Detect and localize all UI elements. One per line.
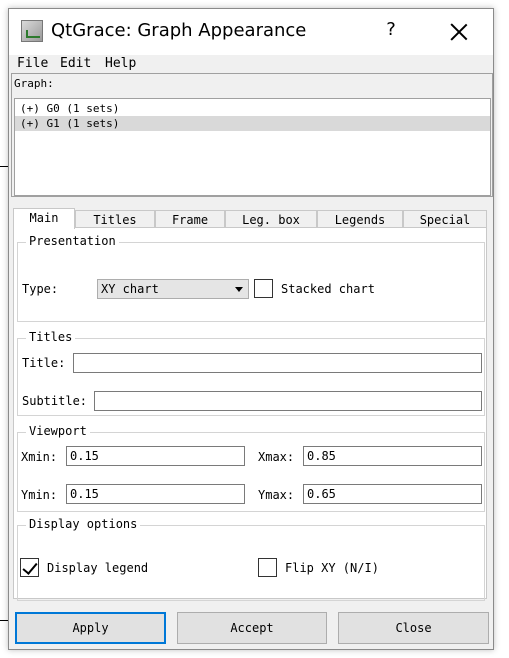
- type-label: Type:: [22, 282, 59, 296]
- tab-titles[interactable]: Titles: [75, 210, 155, 228]
- tab-bar: Main Titles Frame Leg. box Legends Speci…: [13, 208, 487, 229]
- ymax-input[interactable]: 0.65: [303, 484, 482, 504]
- display-options-group-title: Display options: [26, 517, 141, 531]
- subtitle-label: Subtitle:: [22, 394, 88, 408]
- tab-frame[interactable]: Frame: [155, 210, 225, 228]
- window-title: QtGrace: Graph Appearance: [51, 20, 307, 41]
- subtitle-input[interactable]: [94, 391, 482, 411]
- ymin-input[interactable]: 0.15: [66, 484, 245, 504]
- titles-group: Titles Title: Subtitle:: [17, 330, 485, 416]
- checkmark-icon: [22, 559, 38, 575]
- xmax-input[interactable]: 0.85: [303, 446, 482, 466]
- tab-main[interactable]: Main: [13, 208, 75, 229]
- xmax-label: Xmax:: [258, 450, 295, 464]
- viewport-group: Viewport Xmin: 0.15 Xmax: 0.85 Ymin: 0.1…: [17, 424, 485, 512]
- flip-xy-label: Flip XY (N/I): [285, 561, 379, 575]
- graph-list[interactable]: (+) G0 (1 sets) (+) G1 (1 sets): [14, 98, 491, 196]
- menu-help[interactable]: Help: [105, 56, 136, 71]
- titles-group-title: Titles: [26, 330, 76, 344]
- menu-file[interactable]: File: [17, 56, 48, 71]
- type-select-value: XY chart: [101, 282, 159, 296]
- xmin-input[interactable]: 0.15: [66, 446, 245, 466]
- graph-list-item-g0[interactable]: (+) G0 (1 sets): [15, 101, 490, 116]
- stacked-chart-label: Stacked chart: [281, 282, 375, 296]
- close-icon[interactable]: [445, 19, 473, 47]
- display-options-group: Display options Display legend Flip XY (…: [17, 517, 485, 601]
- xmin-label: Xmin:: [21, 450, 58, 464]
- close-button[interactable]: Close: [338, 612, 489, 644]
- graph-appearance-dialog: QtGrace: Graph Appearance ? File Edit He…: [8, 8, 494, 650]
- ymin-label: Ymin:: [21, 488, 58, 502]
- flip-xy-checkbox[interactable]: [258, 558, 277, 577]
- apply-button[interactable]: Apply: [15, 612, 166, 644]
- graph-label: Graph:: [14, 77, 54, 90]
- chevron-down-icon: [235, 287, 243, 292]
- title-bar: QtGrace: Graph Appearance ?: [9, 9, 493, 55]
- presentation-group-title: Presentation: [26, 234, 119, 248]
- presentation-group: Presentation Type: XY chart Stacked char…: [17, 234, 485, 322]
- help-button[interactable]: ?: [379, 19, 403, 43]
- title-input[interactable]: [73, 353, 482, 373]
- tab-legends[interactable]: Legends: [317, 210, 403, 228]
- main-tab-panel: Presentation Type: XY chart Stacked char…: [13, 227, 487, 601]
- stacked-chart-checkbox[interactable]: [254, 279, 273, 298]
- ymax-label: Ymax:: [258, 488, 295, 502]
- accept-button[interactable]: Accept: [177, 612, 327, 644]
- viewport-group-title: Viewport: [26, 424, 90, 438]
- title-label: Title:: [22, 356, 66, 370]
- display-legend-label: Display legend: [47, 561, 149, 575]
- graph-selector-panel: Graph: (+) G0 (1 sets) (+) G1 (1 sets): [11, 73, 493, 197]
- tab-special[interactable]: Special: [403, 210, 487, 228]
- tab-leg-box[interactable]: Leg. box: [225, 210, 317, 228]
- qtgrace-app-icon: [21, 20, 43, 42]
- graph-list-item-g1[interactable]: (+) G1 (1 sets): [15, 116, 490, 131]
- type-select[interactable]: XY chart: [97, 279, 249, 299]
- menu-edit[interactable]: Edit: [60, 56, 91, 71]
- display-legend-checkbox[interactable]: [20, 558, 39, 577]
- menu-bar: File Edit Help: [9, 55, 493, 73]
